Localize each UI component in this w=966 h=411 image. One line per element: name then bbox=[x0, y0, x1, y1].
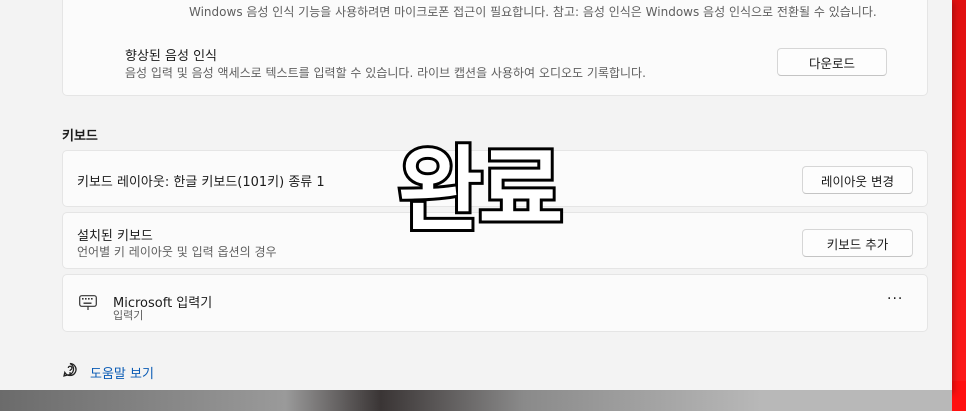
more-options-icon[interactable]: ··· bbox=[887, 291, 903, 307]
keyboard-section-title: 키보드 bbox=[62, 129, 98, 144]
help-link[interactable]: 도움말 보기 bbox=[90, 363, 154, 382]
microsoft-ime-row[interactable]: Microsoft 입력기 입력기 ··· bbox=[62, 274, 928, 332]
speech-card: Windows 음성 인식 기능을 사용하려면 마이크로폰 접근이 필요합니다.… bbox=[62, 0, 928, 96]
installed-keyboards-subtitle: 언어별 키 레이아웃 및 입력 옵션의 경우 bbox=[77, 245, 277, 259]
keyboard-layout-label: 키보드 레이아웃: 한글 키보드(101키) 종류 1 bbox=[77, 175, 325, 190]
add-keyboard-button[interactable]: 키보드 추가 bbox=[802, 229, 913, 257]
desktop-background-strip bbox=[0, 390, 952, 411]
enhanced-speech-subtitle: 음성 입력 및 음성 액세스로 텍스트를 입력할 수 있습니다. 라이브 캡션을… bbox=[125, 66, 646, 80]
keyboard-icon bbox=[79, 295, 97, 315]
speech-description-cut: Windows 음성 인식 기능을 사용하려면 마이크로폰 접근이 필요합니다.… bbox=[189, 5, 877, 19]
help-icon bbox=[62, 362, 78, 382]
change-layout-button[interactable]: 레이아웃 변경 bbox=[802, 166, 913, 194]
installed-keyboards-title: 설치된 키보드 bbox=[77, 229, 153, 244]
help-link-row[interactable]: 도움말 보기 bbox=[62, 362, 154, 382]
enhanced-speech-title: 향상된 음성 인식 bbox=[125, 49, 217, 64]
download-button[interactable]: 다운로드 bbox=[777, 48, 887, 76]
complete-overlay-text: 완료 bbox=[395, 137, 566, 244]
microsoft-ime-subtitle: 입력기 bbox=[113, 309, 144, 322]
settings-window: Windows 음성 인식 기능을 사용하려면 마이크로폰 접근이 필요합니다.… bbox=[0, 0, 952, 392]
